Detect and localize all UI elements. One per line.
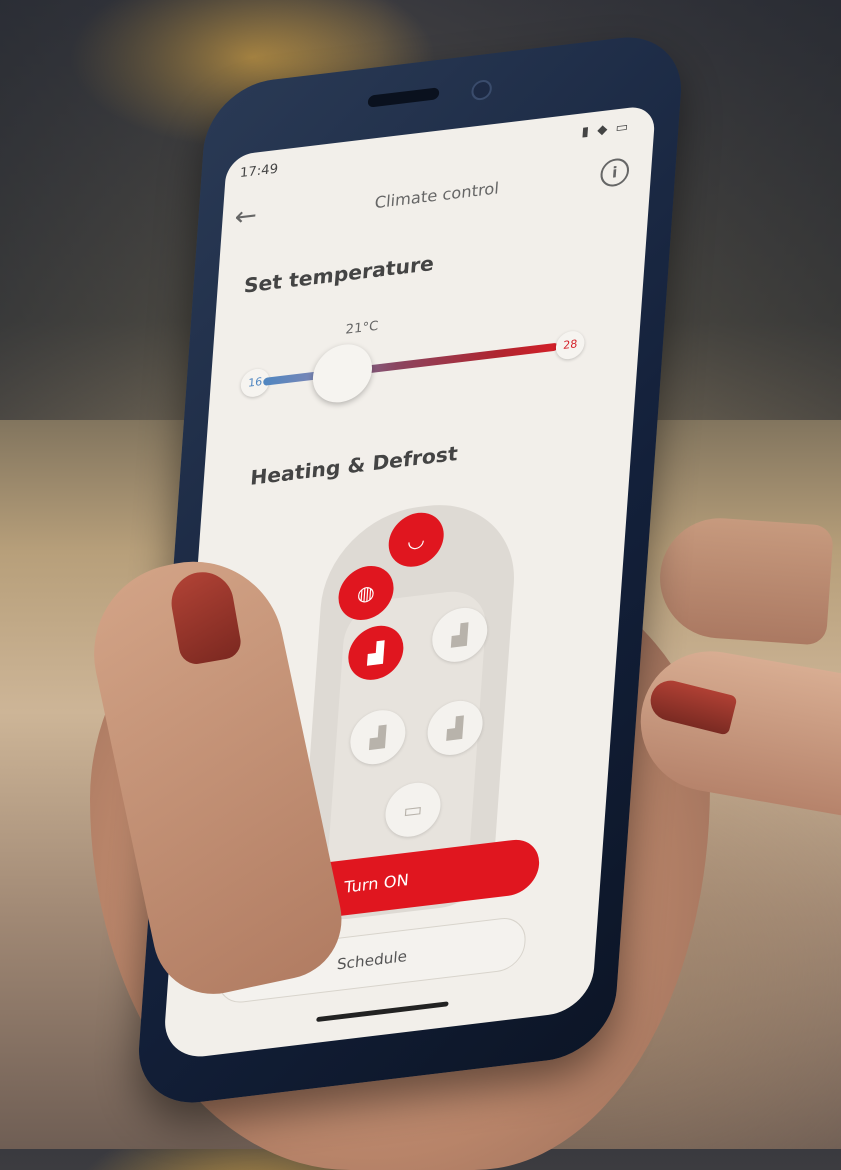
temperature-slider-track[interactable] bbox=[262, 342, 559, 386]
signal-wifi-battery-icon: ▮ ◆ ▭ bbox=[581, 119, 631, 141]
phone-earpiece bbox=[367, 87, 440, 108]
temperature-max-label: 28 bbox=[554, 329, 586, 361]
status-time: 17:49 bbox=[239, 161, 279, 182]
temperature-value: 21°C bbox=[345, 318, 379, 338]
heating-defrost-heading: Heating & Defrost bbox=[249, 441, 459, 490]
info-icon[interactable]: i bbox=[599, 156, 630, 189]
background-finger bbox=[656, 514, 834, 646]
temperature-slider-thumb[interactable] bbox=[311, 341, 375, 406]
phone-camera bbox=[470, 78, 493, 102]
home-indicator bbox=[316, 1001, 449, 1023]
set-temperature-heading: Set temperature bbox=[243, 251, 435, 298]
